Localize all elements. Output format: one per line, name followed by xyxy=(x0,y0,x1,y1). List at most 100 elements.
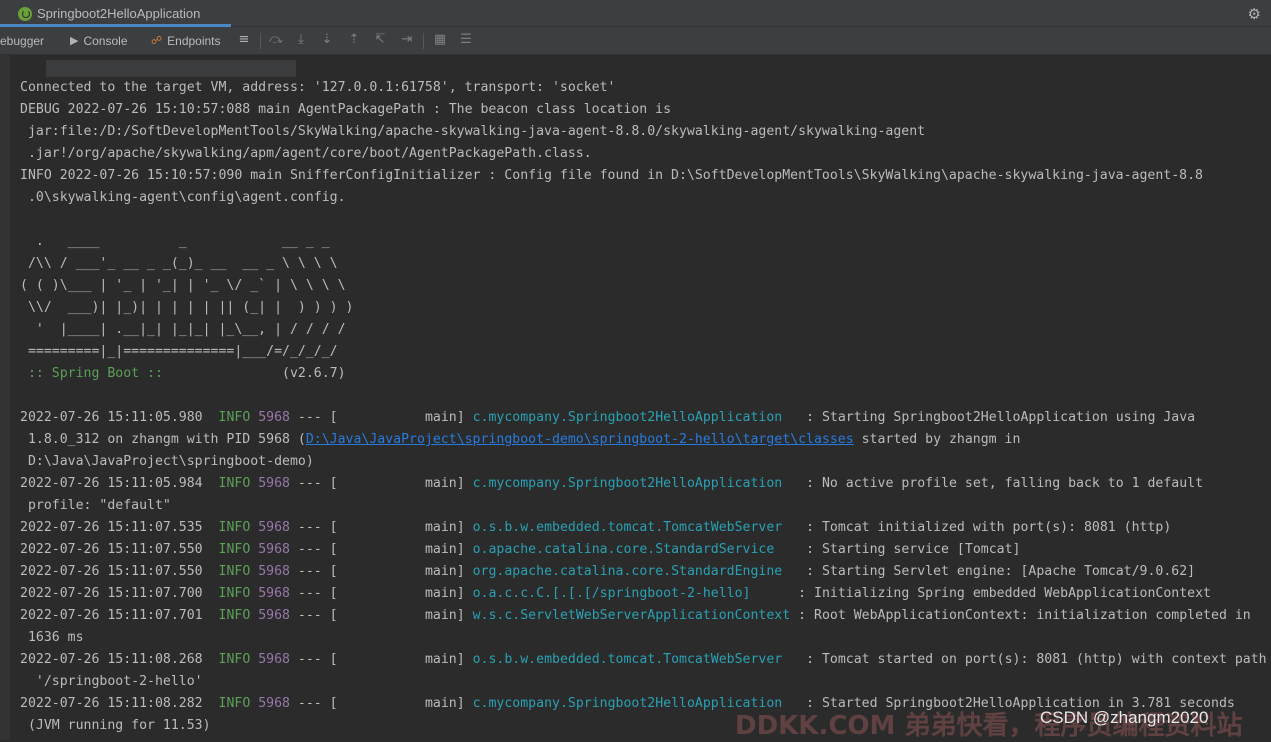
console-text: 5968 xyxy=(258,696,290,711)
console-line: DEBUG 2022-07-26 15:10:57:088 main Agent… xyxy=(20,99,671,121)
console-text: Connected to the target VM, address: '12… xyxy=(20,80,616,95)
console-text: o.a.c.c.C.[.[.[/springboot-2-hello] xyxy=(472,586,783,601)
console-text: 2022-07-26 15:11:05.984 xyxy=(20,476,219,491)
console-text: 2022-07-26 15:11:08.282 xyxy=(20,696,219,711)
console-text: 5968 xyxy=(258,608,290,623)
console-line: 2022-07-26 15:11:05.984 INFO 5968 --- [ … xyxy=(20,473,1203,495)
run-to-cursor-icon[interactable]: ↸ xyxy=(372,32,388,48)
console-line: D:\Java\JavaProject\springboot-demo) xyxy=(20,451,314,473)
console-text: DEBUG 2022-07-26 15:10:57:088 main Agent… xyxy=(20,102,672,117)
console-text: --- [ main] xyxy=(289,520,473,535)
tab-console[interactable]: ▶ Console xyxy=(70,27,128,54)
console-text: ( ( )\___ | '_ | '_| | '_ \/ _` | \ \ \ … xyxy=(20,278,346,293)
tab-debugger[interactable]: ebugger xyxy=(0,27,44,54)
console-text: INFO 2022-07-26 15:10:57:090 main Sniffe… xyxy=(20,168,1203,183)
csdn-watermark: CSDN @zhangm2020 xyxy=(1040,708,1209,727)
console-line: \\/ ___)| |_)| | | | | || (_| | ) ) ) ) xyxy=(20,297,354,319)
console-text: : Starting Servlet engine: [Apache Tomca… xyxy=(790,564,1196,579)
console-line: (JVM running for 11.53) xyxy=(20,715,211,737)
classpath-link[interactable]: D:\Java\JavaProject\springboot-demo\spri… xyxy=(306,432,854,447)
run-tool-window-tabbar: Springboot2HelloApplication ⚙ xyxy=(0,0,1271,27)
console-text: : Tomcat initialized with port(s): 8081 … xyxy=(790,520,1172,535)
console-text: INFO xyxy=(218,696,251,711)
console-text: D:\Java\JavaProject\springboot-demo) xyxy=(20,454,314,469)
console-text: --- [ main] xyxy=(289,696,473,711)
step-out-icon[interactable]: ⇡ xyxy=(346,32,362,48)
console-text: '/springboot-2-hello' xyxy=(20,674,203,689)
console-text: 5968 xyxy=(258,542,290,557)
console-text: 5968 xyxy=(258,652,290,667)
console-text: : Starting service [Tomcat] xyxy=(790,542,1021,557)
console-text: c.mycompany.Springboot2HelloApplication xyxy=(472,410,791,425)
step-over-icon[interactable]: ⤓ xyxy=(293,32,309,48)
console-text: org.apache.catalina.core.StandardEngine xyxy=(472,564,791,579)
toolbar-separator xyxy=(260,33,261,49)
console-text: 1.8.0_312 on zhangm with PID 5968 ( xyxy=(20,432,306,447)
console-text: INFO xyxy=(218,542,251,557)
console-text: 5968 xyxy=(258,476,290,491)
console-text: 2022-07-26 15:11:07.535 xyxy=(20,520,219,535)
frames-icon[interactable]: ▦ xyxy=(432,32,448,48)
console-text: 2022-07-26 15:11:07.701 xyxy=(20,608,219,623)
console-text: o.s.b.w.embedded.tomcat.TomcatWebServer xyxy=(472,652,791,667)
console-text: INFO xyxy=(218,586,251,601)
console-line: ' |____| .__|_| |_|_| |_\__, | / / / / xyxy=(20,319,346,341)
console-text: : No active profile set, falling back to… xyxy=(790,476,1204,491)
console-text: --- [ main] xyxy=(289,652,473,667)
toolbar-separator xyxy=(423,33,424,49)
console-text: 2022-07-26 15:11:07.700 xyxy=(20,586,219,601)
run-tab-title: Springboot2HelloApplication xyxy=(37,6,201,21)
console-line: INFO 2022-07-26 15:10:57:090 main Sniffe… xyxy=(20,165,1203,187)
console-line: . ____ _ __ _ _ xyxy=(20,231,330,253)
endpoints-icon: ☍ xyxy=(151,34,163,47)
console-text: .jar!/org/apache/skywalking/apm/agent/co… xyxy=(20,146,592,161)
blurred-command-line xyxy=(46,60,296,77)
console-text: INFO xyxy=(218,652,251,667)
console-text: --- [ main] xyxy=(289,542,473,557)
console-line: 1636 ms xyxy=(20,627,84,649)
spring-boot-icon xyxy=(18,6,32,21)
console-line: .jar!/org/apache/skywalking/apm/agent/co… xyxy=(20,143,592,165)
console-text: c.mycompany.Springboot2HelloApplication xyxy=(472,476,791,491)
console-text: --- [ main] xyxy=(289,608,473,623)
console-line: 2022-07-26 15:11:07.550 INFO 5968 --- [ … xyxy=(20,561,1195,583)
console-text: =========|_|==============|___/=/_/_/_/ xyxy=(20,344,338,359)
console-text: 1636 ms xyxy=(20,630,84,645)
console-line: profile: "default" xyxy=(20,495,171,517)
console-text: INFO xyxy=(218,410,251,425)
menu-icon[interactable]: ≡ xyxy=(236,32,252,48)
console-text: 5968 xyxy=(258,564,290,579)
console-text: --- [ main] xyxy=(289,476,473,491)
console-output[interactable]: Connected to the target VM, address: '12… xyxy=(0,55,1271,740)
console-line: .0\skywalking-agent\config\agent.config. xyxy=(20,187,346,209)
console-line: '/springboot-2-hello' xyxy=(20,671,203,693)
evaluate-icon[interactable]: ⇥ xyxy=(399,32,415,48)
console-text: 2022-07-26 15:11:05.980 xyxy=(20,410,219,425)
console-line: 2022-07-26 15:11:08.268 INFO 5968 --- [ … xyxy=(20,649,1267,671)
console-text: \\/ ___)| |_)| | | | | || (_| | ) ) ) ) xyxy=(20,300,354,315)
tab-endpoints-label: Endpoints xyxy=(167,33,221,48)
console-line: 1.8.0_312 on zhangm with PID 5968 (D:\Ja… xyxy=(20,429,1020,451)
console-line: 2022-07-26 15:11:07.535 INFO 5968 --- [ … xyxy=(20,517,1171,539)
step-into-icon[interactable]: ⇣ xyxy=(319,32,335,48)
console-line: 2022-07-26 15:11:07.701 INFO 5968 --- [ … xyxy=(20,605,1251,627)
console-text: 2022-07-26 15:11:07.550 xyxy=(20,542,219,557)
tab-endpoints[interactable]: ☍ Endpoints xyxy=(151,27,221,54)
debug-toolbar: ebugger ▶ Console ☍ Endpoints ≡ ⤼ ⤓ ⇣ ⇡ … xyxy=(0,27,1271,55)
gear-icon[interactable]: ⚙ xyxy=(1248,5,1261,23)
console-text: --- [ main] xyxy=(289,410,473,425)
settings-icon[interactable]: ☰ xyxy=(458,32,474,48)
console-text: :: Spring Boot :: xyxy=(20,366,171,381)
console-line: ( ( )\___ | '_ | '_| | '_ \/ _` | \ \ \ … xyxy=(20,275,346,297)
run-tab-springboot2helloapplication[interactable]: Springboot2HelloApplication xyxy=(0,0,231,27)
console-text: profile: "default" xyxy=(20,498,171,513)
console-text: /\\ / ___'_ __ _ _(_)_ __ __ _ \ \ \ \ xyxy=(20,256,338,271)
console-text: INFO xyxy=(218,476,251,491)
console-text: : Starting Springboot2HelloApplication u… xyxy=(790,410,1196,425)
console-text: : Initializing Spring embedded WebApplic… xyxy=(782,586,1212,601)
console-text: 2022-07-26 15:11:07.550 xyxy=(20,564,219,579)
console-line: :: Spring Boot :: (v2.6.7) xyxy=(20,363,346,385)
console-line: =========|_|==============|___/=/_/_/_/ xyxy=(20,341,338,363)
show-execution-point-icon[interactable]: ⤼ xyxy=(268,32,284,48)
console-text: : Tomcat started on port(s): 8081 (http)… xyxy=(790,652,1267,667)
